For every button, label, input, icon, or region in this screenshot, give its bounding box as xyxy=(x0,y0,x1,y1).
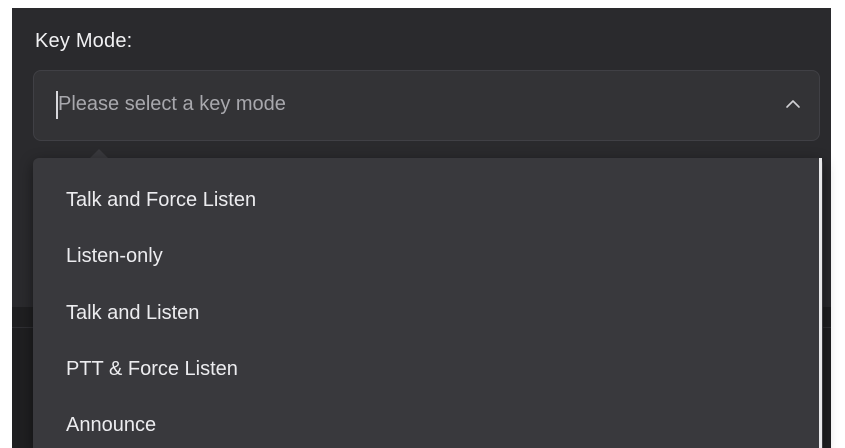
dropdown-pointer xyxy=(90,149,108,158)
option-talk-and-force-listen[interactable]: Talk and Force Listen xyxy=(33,172,815,228)
key-mode-screen: Key Mode: Please select a key mode Talk … xyxy=(0,0,845,448)
select-placeholder: Please select a key mode xyxy=(58,93,286,115)
option-ptt-force-listen[interactable]: PTT & Force Listen xyxy=(33,341,815,397)
option-talk-and-listen[interactable]: Talk and Listen xyxy=(33,285,815,341)
window-edge-left xyxy=(0,0,12,448)
key-mode-select[interactable]: Please select a key mode xyxy=(33,70,820,141)
window-edge-top xyxy=(0,0,845,8)
window-edge-right xyxy=(831,0,845,448)
key-mode-label: Key Mode: xyxy=(35,30,133,52)
option-listen-only[interactable]: Listen-only xyxy=(33,228,815,284)
dropdown-scrollbar[interactable] xyxy=(819,158,822,448)
option-announce[interactable]: Announce xyxy=(33,397,815,448)
chevron-up-icon[interactable] xyxy=(785,97,801,111)
key-mode-dropdown-menu: Talk and Force Listen Listen-only Talk a… xyxy=(33,158,823,448)
